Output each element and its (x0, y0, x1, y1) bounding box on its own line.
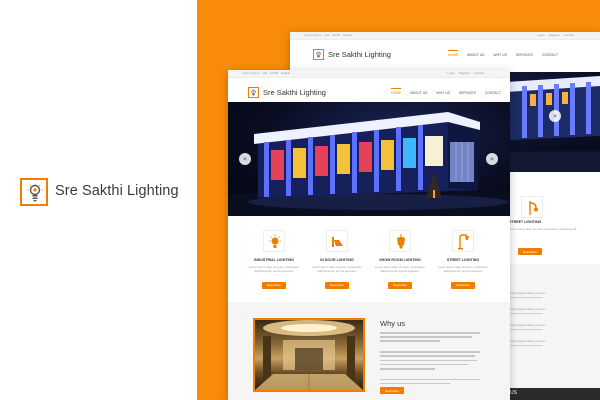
nav-services[interactable]: SERVICES (516, 53, 533, 57)
service-title: INDUSTRIAL LIGHTING (254, 258, 294, 262)
main-nav: HOME ABOUT US WHY US SERVICES CONTACT (383, 88, 501, 95)
topbar-link[interactable]: Login (447, 71, 454, 75)
nav-about[interactable]: ABOUT US (467, 53, 484, 57)
topbar-link[interactable]: Contact (474, 71, 484, 75)
site-logo-icon[interactable] (313, 49, 324, 60)
site-name[interactable]: Sre Sakthi Lighting (263, 88, 326, 97)
footer-band: US (506, 388, 600, 400)
read-more-button[interactable]: Read More (518, 248, 542, 255)
site-logo-icon[interactable] (248, 87, 259, 98)
read-more-button[interactable]: Read More (388, 281, 412, 289)
list-item: Lorem ipsum dolor sit amet (509, 291, 546, 299)
main-nav: HOME ABOUT US WHY US SERVICES CONTACT (440, 50, 558, 57)
topbar: Lorem Ipsum · 123 · 12345 · Details Logi… (290, 32, 600, 40)
bulb-icon (263, 230, 285, 252)
why-us-image (253, 318, 365, 392)
service-title: STREET LIGHTING (446, 258, 480, 262)
nav-about[interactable]: ABOUT US (410, 91, 427, 95)
topbar-link[interactable]: Contact (564, 33, 574, 37)
nav-home[interactable]: HOME (448, 50, 459, 57)
site-header: Sre Sakthi Lighting HOME ABOUT US WHY US… (290, 40, 600, 72)
nav-why[interactable]: WHY US (493, 53, 507, 57)
service-text: Lorem ipsum dolor sit amet, consectetur … (438, 265, 488, 273)
services-section: INDUSTRIAL LIGHTING Lorem ipsum dolor si… (228, 218, 510, 298)
nav-services[interactable]: SERVICES (459, 91, 476, 95)
hero-image (228, 112, 510, 216)
service-text: Lorem ipsum dolor sit amet, consectetur … (375, 265, 425, 273)
front-page-mockup: Lorem Ipsum · 123 · 12345 · Details Logi… (228, 70, 510, 400)
service-title: SHOW ROOM LIGHTING (379, 258, 421, 262)
read-more-button[interactable]: Read More (325, 281, 349, 289)
list-item: Lorem ipsum dolor sit amet (509, 323, 546, 331)
topbar-links: Login Register Contact (444, 71, 484, 75)
list-item-text: Lorem ipsum dolor sit amet (509, 307, 546, 311)
why-us-paragraph (380, 332, 480, 387)
service-card: SHOW ROOM LIGHTING Lorem ipsum dolor sit… (370, 230, 430, 291)
nav-why[interactable]: WHY US (436, 91, 450, 95)
nav-contact[interactable]: CONTACT (485, 91, 501, 95)
list-item: Lorem ipsum dolor sit amet (509, 339, 546, 347)
topbar-contact: Lorem Ipsum · 123 · 12345 · Details (304, 33, 353, 37)
hero-next-button[interactable]: » (486, 153, 498, 165)
nav-contact[interactable]: CONTACT (542, 53, 558, 57)
list-item: Lorem ipsum dolor sit amet (509, 307, 546, 315)
read-more-button[interactable]: Read More (380, 387, 404, 394)
why-us-section: Why us Read More (228, 302, 510, 400)
bulb-logo-icon (20, 178, 48, 206)
topbar: Lorem Ipsum · 123 · 12345 · Details Logi… (228, 70, 510, 78)
topbar-link[interactable]: Register (459, 71, 470, 75)
topbar-links: Login Register Contact (534, 33, 574, 37)
nav-home[interactable]: HOME (391, 88, 402, 95)
wall-lamp-icon (326, 230, 348, 252)
street-lamp-icon (521, 196, 543, 218)
service-title: IN DOOR LIGHTING (320, 258, 354, 262)
site-name[interactable]: Sre Sakthi Lighting (328, 50, 391, 59)
list-item-text: Lorem ipsum dolor sit amet (509, 291, 546, 295)
topbar-link[interactable]: Login (537, 33, 544, 37)
street-lamp-icon (452, 230, 474, 252)
service-text: Lorem ipsum dolor sit amet, consectetur … (249, 265, 299, 273)
service-card: IN DOOR LIGHTING Lorem ipsum dolor sit a… (307, 230, 367, 291)
brand-name: Sre Sakthi Lighting (55, 183, 179, 199)
read-more-button[interactable]: Read More (451, 281, 475, 289)
service-card: STREET LIGHTING Lorem ipsum dolor sit am… (433, 230, 493, 291)
why-us-title: Why us (380, 319, 406, 328)
footer-heading: US (510, 390, 517, 396)
service-text: Lorem ipsum dolor sit amet, consectetur … (312, 265, 362, 273)
service-card: INDUSTRIAL LIGHTING Lorem ipsum dolor si… (244, 230, 304, 291)
service-title: STREET LIGHTING (509, 220, 542, 224)
ceiling-lamp-icon (389, 230, 411, 252)
list-item-text: Lorem ipsum dolor sit amet (509, 323, 546, 327)
hero-prev-button[interactable]: « (239, 153, 251, 165)
topbar-contact: Lorem Ipsum · 123 · 12345 · Details (242, 71, 291, 75)
service-text: Lorem ipsum dolor sit amet, consectetur … (509, 227, 578, 231)
topbar-link[interactable]: Register (549, 33, 560, 37)
hero-next-button[interactable]: » (549, 110, 561, 122)
hero-slider: « » (228, 102, 510, 216)
read-more-button[interactable]: Read More (262, 281, 286, 289)
list-item-text: Lorem ipsum dolor sit amet (509, 339, 546, 343)
brand-panel: Sre Sakthi Lighting (0, 0, 197, 400)
